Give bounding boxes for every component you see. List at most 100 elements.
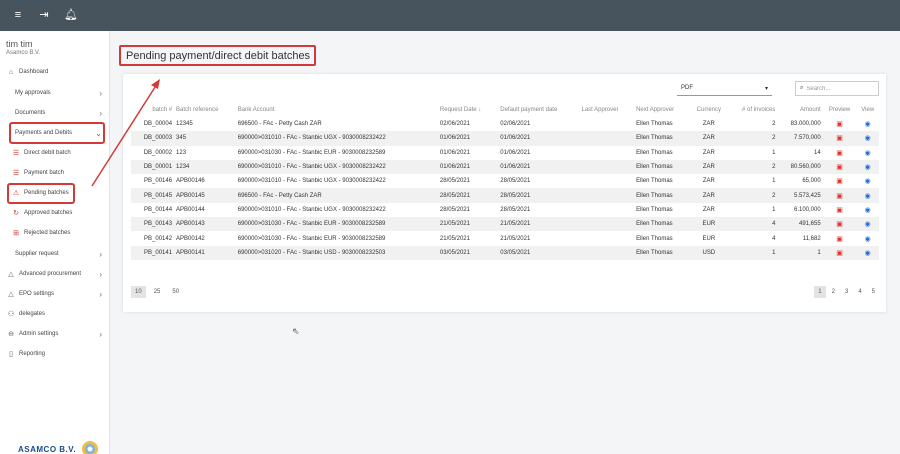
- logo-mark-icon: [82, 441, 99, 454]
- sidebar-item-admin-settings[interactable]: ⊖ Admin settings ›: [0, 325, 110, 343]
- pdf-preview-icon[interactable]: ▣: [836, 150, 843, 157]
- col-request-date[interactable]: Request Date ↓: [438, 103, 498, 117]
- eye-icon[interactable]: ◉: [865, 164, 871, 171]
- table-cell: EUR: [690, 217, 728, 232]
- eye-icon[interactable]: ◉: [865, 236, 871, 243]
- table-cell: PB_00145: [131, 188, 175, 203]
- preview-cell: ▣: [822, 188, 857, 203]
- page-size-option[interactable]: 10: [131, 286, 146, 298]
- page-button[interactable]: 1: [814, 286, 826, 298]
- logout-icon[interactable]: ⇥: [38, 10, 50, 21]
- table-cell: 01/06/2021: [498, 159, 580, 175]
- batches-card: PDF ▾ ⌕ batch # Batch reference Bank Acc…: [123, 74, 886, 312]
- col-bank-account[interactable]: Bank Account: [236, 103, 438, 117]
- eye-icon[interactable]: ◉: [865, 135, 871, 142]
- col-next-approver[interactable]: Next Approver: [634, 103, 690, 117]
- table-cell: 7.570,000: [777, 131, 823, 146]
- sidebar-item-supplier-request[interactable]: Supplier request ›: [0, 245, 110, 263]
- table-cell: 690000>031010 - FAc - Stanbic UGX - 9030…: [235, 159, 438, 175]
- table-cell: 690000>031030 - FAc - Stanbic EUR - 9030…: [237, 235, 386, 242]
- menu-icon[interactable]: ≡: [12, 10, 24, 21]
- table-cell: DB_00002: [143, 149, 173, 156]
- table-cell: 1234: [174, 159, 236, 175]
- table-cell: 28/05/2021: [498, 188, 580, 203]
- eye-icon[interactable]: ◉: [865, 221, 871, 228]
- page-button[interactable]: 3: [841, 286, 852, 298]
- table-cell: 80.560,000: [777, 159, 823, 175]
- sidebar-item-label: Payment batch: [24, 170, 65, 176]
- eye-icon[interactable]: ◉: [865, 250, 871, 257]
- col-invoice-count[interactable]: # of invoices: [728, 103, 778, 117]
- table-cell: APB00141: [174, 245, 236, 260]
- sidebar-item-advanced-procurement[interactable]: △ Advanced procurement ›: [0, 265, 110, 283]
- bell-icon[interactable]: 🔔︎: [64, 10, 78, 21]
- col-batch-number[interactable]: batch #: [131, 103, 174, 117]
- sidebar-item-delegates[interactable]: ⚇ delegates: [0, 305, 110, 323]
- pdf-preview-icon[interactable]: ▣: [836, 207, 843, 214]
- sidebar-item-reporting[interactable]: ▯ Reporting: [0, 345, 110, 363]
- eye-icon[interactable]: ◉: [865, 193, 871, 200]
- export-format-value: PDF: [681, 85, 693, 91]
- sidebar-item-direct-debit-batch[interactable]: ☰ Direct debit batch: [0, 144, 110, 162]
- table-cell: 123: [176, 149, 187, 156]
- sidebar-item-rejected-batches[interactable]: ⊞ Rejected batches: [0, 224, 110, 242]
- pdf-preview-icon[interactable]: ▣: [836, 193, 843, 200]
- page-button[interactable]: 2: [828, 286, 839, 298]
- page-button[interactable]: 4: [854, 286, 865, 298]
- pdf-preview-icon[interactable]: ▣: [836, 221, 843, 228]
- search-box[interactable]: ⌕: [795, 81, 879, 96]
- col-default-payment-date[interactable]: Default payment date: [498, 103, 579, 117]
- col-batch-reference[interactable]: Batch reference: [174, 103, 236, 117]
- table-cell: 28/05/2021: [500, 178, 531, 185]
- table-cell: PB_00144: [144, 206, 173, 213]
- table-cell: ZAR: [690, 131, 728, 146]
- payments-highlight-box: [9, 122, 105, 144]
- sidebar-item-payment-batch[interactable]: ☰ Payment batch: [0, 164, 110, 182]
- sidebar-item-dashboard[interactable]: ⌂ Dashboard: [0, 63, 110, 81]
- sidebar-item-documents[interactable]: Documents ›: [0, 104, 110, 122]
- table-cell: APB00145: [174, 188, 236, 203]
- table-cell: 690000>031030 - FAc - Stanbic EUR - 9030…: [237, 149, 386, 156]
- logo-text: ASAMCO B.V.: [18, 444, 77, 454]
- home-icon: ⌂: [8, 68, 14, 76]
- col-currency[interactable]: Currency: [690, 103, 728, 117]
- view-cell: ◉: [856, 159, 879, 175]
- table-cell: Ellen Thomas: [636, 178, 673, 185]
- table-cell: 01/06/2021: [437, 131, 499, 146]
- col-amount[interactable]: Amount: [777, 103, 822, 117]
- pdf-preview-icon[interactable]: ▣: [836, 135, 843, 142]
- page-size-option[interactable]: 25: [150, 286, 165, 298]
- search-input[interactable]: [806, 85, 865, 92]
- table-row: PB_00143 APB00143 690000>031030 - FAc - St…: [131, 217, 879, 232]
- sidebar-item-epo-settings[interactable]: △ EPO settings ›: [0, 285, 110, 303]
- eye-icon[interactable]: ◉: [865, 150, 871, 157]
- table-cell: [579, 188, 635, 203]
- table-row: DB_00002 123 690000>031030 - FAc - Stanbic…: [131, 146, 879, 160]
- sidebar: tim tim Asamco B.V. ⌂ Dashboard My appro…: [0, 31, 110, 454]
- pdf-preview-icon[interactable]: ▣: [836, 164, 843, 171]
- table-cell: 1: [772, 206, 776, 213]
- export-format-select[interactable]: PDF ▾: [677, 81, 772, 96]
- pdf-preview-icon[interactable]: ▣: [836, 178, 843, 185]
- chevron-right-icon: ›: [99, 88, 102, 98]
- pdf-preview-icon[interactable]: ▣: [836, 250, 843, 257]
- sidebar-item-approved-batches[interactable]: ↻ Approved batches: [0, 204, 110, 222]
- chevron-right-icon: ›: [99, 269, 102, 279]
- table-header-row: batch # Batch reference Bank Account Req…: [131, 103, 879, 117]
- col-last-approver[interactable]: Last Approver: [579, 103, 634, 117]
- pdf-preview-icon[interactable]: ▣: [836, 236, 843, 243]
- table-cell: [579, 174, 634, 188]
- preview-cell: ▣: [822, 131, 857, 146]
- eye-icon[interactable]: ◉: [865, 207, 871, 214]
- table-cell: PB_00143: [131, 217, 175, 232]
- page-button[interactable]: 5: [868, 286, 879, 298]
- pdf-preview-icon[interactable]: ▣: [836, 121, 843, 128]
- eye-icon[interactable]: ◉: [865, 121, 871, 128]
- table-cell: ZAR: [702, 149, 715, 156]
- chevron-right-icon: ›: [99, 249, 102, 259]
- table-row: PB_00141 APB00141 690000>031020 - FAc - St…: [131, 245, 879, 260]
- eye-icon[interactable]: ◉: [865, 178, 871, 185]
- sidebar-item-my-approvals[interactable]: My approvals ›: [0, 84, 110, 102]
- table-cell: Ellen Thomas: [634, 159, 690, 175]
- page-size-option[interactable]: 50: [168, 286, 183, 298]
